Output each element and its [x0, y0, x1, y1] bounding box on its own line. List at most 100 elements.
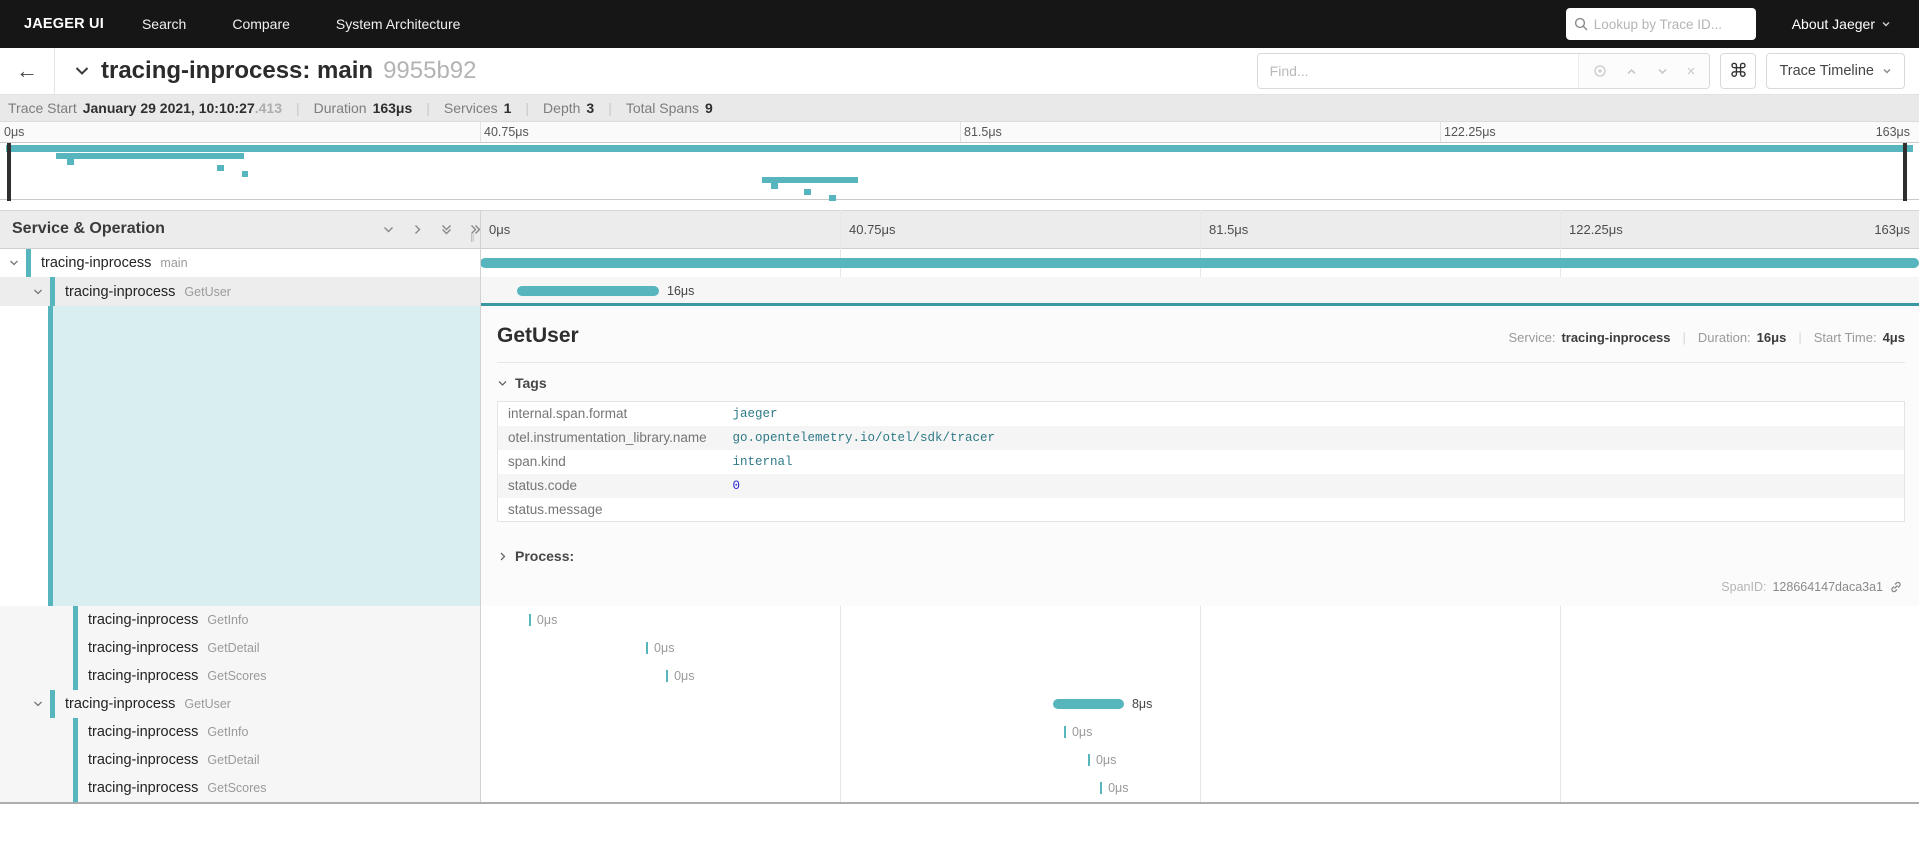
- clear-find-close-icon[interactable]: ×: [1687, 63, 1696, 80]
- duration-value: 163μs: [373, 100, 413, 116]
- collapse-all-double-chevron-down-icon[interactable]: [440, 223, 453, 236]
- back-button[interactable]: ←: [0, 48, 55, 94]
- tag-row[interactable]: internal.span.format jaeger: [498, 402, 1905, 426]
- expand-one-chevron-right-icon[interactable]: [411, 223, 424, 236]
- collapse-caret-down-icon[interactable]: [8, 257, 20, 269]
- service-color-bar: [26, 249, 31, 277]
- span-duration-label: 8μs: [1132, 697, 1152, 711]
- span-operation-name: GetScores: [207, 669, 266, 683]
- span-duration-label: 0μs: [674, 669, 694, 683]
- timeline-minimap[interactable]: [0, 142, 1919, 200]
- span-duration-bar[interactable]: [1064, 726, 1066, 738]
- nav-item-compare[interactable]: Compare: [232, 16, 290, 32]
- tags-section-toggle[interactable]: Tags: [497, 375, 1905, 391]
- minimap-span-bar: [771, 183, 778, 189]
- jaeger-logo[interactable]: JAEGER UI: [24, 16, 104, 32]
- span-row-selected[interactable]: tracing-inprocess GetUser 16μs: [0, 277, 1919, 306]
- trace-id-short: 9955b92: [383, 57, 476, 85]
- tag-row[interactable]: status.message: [498, 498, 1905, 522]
- trace-collapse-chevron-down-icon[interactable]: [73, 62, 91, 80]
- collapse-caret-down-icon[interactable]: [32, 698, 44, 710]
- span-duration-bar[interactable]: [517, 286, 659, 296]
- span-duration-bar[interactable]: [666, 670, 668, 682]
- collapse-one-chevron-down-icon[interactable]: [382, 223, 395, 236]
- tag-row[interactable]: status.code 0: [498, 474, 1905, 498]
- minimap-right-drag-handle[interactable]: [1903, 143, 1907, 201]
- span-duration-bar[interactable]: [529, 614, 531, 626]
- span-timeline-cell[interactable]: 16μs: [480, 277, 1919, 306]
- span-duration-bar[interactable]: [646, 642, 648, 654]
- total-spans-value: 9: [705, 100, 713, 116]
- span-duration-bar[interactable]: [1053, 699, 1124, 709]
- service-color-bar: [50, 277, 55, 306]
- next-match-chevron-down-icon[interactable]: [1656, 65, 1669, 78]
- tag-row[interactable]: span.kind internal: [498, 450, 1905, 474]
- span-timeline-cell[interactable]: 0μs: [480, 606, 1919, 634]
- nav-item-system-architecture[interactable]: System Architecture: [336, 16, 461, 32]
- span-duration-label: 16μs: [667, 284, 694, 298]
- nav-item-search[interactable]: Search: [142, 16, 186, 32]
- copy-link-icon[interactable]: [1889, 580, 1903, 594]
- span-duration-bar[interactable]: [1088, 754, 1090, 766]
- span-row[interactable]: tracing-inprocess GetUser 8μs: [0, 690, 1919, 718]
- span-duration-label: 0μs: [654, 641, 674, 655]
- detail-start-time-value: 4μs: [1883, 330, 1905, 345]
- service-operation-column-header[interactable]: Service & Operation: [12, 220, 165, 238]
- ruler-tick-label: 81.5μs: [1209, 222, 1248, 237]
- depth-label: Depth: [543, 100, 580, 116]
- chevron-down-icon: [497, 378, 508, 389]
- span-timeline-cell[interactable]: 8μs: [480, 690, 1919, 718]
- span-operation-name: GetUser: [184, 285, 231, 299]
- span-row[interactable]: tracing-inprocess GetInfo 0μs: [0, 718, 1919, 746]
- span-timeline-cell[interactable]: 0μs: [480, 634, 1919, 662]
- span-timeline-cell[interactable]: [480, 249, 1919, 277]
- span-timeline-cell[interactable]: 0μs: [480, 746, 1919, 774]
- depth-value: 3: [586, 100, 594, 116]
- collapse-caret-down-icon[interactable]: [32, 286, 44, 298]
- span-row[interactable]: tracing-inprocess main: [0, 249, 1919, 277]
- detail-duration-value: 16μs: [1757, 330, 1787, 345]
- service-color-bar: [73, 718, 78, 746]
- span-timeline-cell[interactable]: 0μs: [480, 718, 1919, 746]
- minimap-span-bar: [67, 159, 74, 165]
- span-duration-bar[interactable]: [1100, 782, 1102, 794]
- list-bottom-border: [0, 802, 1919, 804]
- tag-key: status.code: [498, 474, 723, 498]
- about-jaeger-menu[interactable]: About Jaeger: [1792, 16, 1891, 32]
- service-color-bar: [73, 634, 78, 662]
- trace-id-lookup-input[interactable]: [1594, 17, 1748, 32]
- span-duration-bar[interactable]: [480, 258, 1919, 268]
- scope-to-match-icon[interactable]: [1593, 64, 1607, 78]
- span-service-name: tracing-inprocess: [88, 640, 198, 656]
- trace-id-lookup[interactable]: [1566, 8, 1756, 40]
- span-service-name: tracing-inprocess: [88, 612, 198, 628]
- prev-match-chevron-up-icon[interactable]: [1625, 65, 1638, 78]
- span-timeline-cell[interactable]: 0μs: [480, 662, 1919, 690]
- column-resizer-handle[interactable]: ‖: [470, 233, 475, 245]
- span-operation-name: main: [160, 256, 187, 270]
- keyboard-shortcuts-button[interactable]: ⌘: [1720, 53, 1756, 89]
- ruler-tick-label: 0μs: [489, 222, 510, 237]
- minimap-span-bar: [804, 189, 811, 195]
- tag-row[interactable]: otel.instrumentation_library.name go.ope…: [498, 426, 1905, 450]
- find-input[interactable]: [1258, 54, 1578, 88]
- span-row[interactable]: tracing-inprocess GetDetail 0μs: [0, 634, 1919, 662]
- selected-span-highlight-column: [0, 306, 480, 606]
- minimap-left-drag-handle[interactable]: [7, 143, 11, 201]
- chevron-down-icon: [1881, 19, 1891, 29]
- trace-view-selector[interactable]: Trace Timeline: [1766, 53, 1905, 89]
- minimap-tick-label: 81.5μs: [964, 125, 1002, 139]
- span-row[interactable]: tracing-inprocess GetScores 0μs: [0, 662, 1919, 690]
- span-row[interactable]: tracing-inprocess GetInfo 0μs: [0, 606, 1919, 634]
- minimap-span-bar: [56, 153, 244, 159]
- span-detail-section: GetUser Service: tracing-inprocess | Dur…: [0, 306, 1919, 606]
- tags-table: internal.span.format jaeger otel.instrum…: [497, 401, 1905, 522]
- span-duration-label: 0μs: [1108, 781, 1128, 795]
- process-section-toggle[interactable]: Process:: [497, 548, 1905, 564]
- column-divider[interactable]: [480, 210, 481, 802]
- span-row[interactable]: tracing-inprocess GetScores 0μs: [0, 774, 1919, 802]
- span-row[interactable]: tracing-inprocess GetDetail 0μs: [0, 746, 1919, 774]
- span-service-name: tracing-inprocess: [88, 668, 198, 684]
- span-timeline-cell[interactable]: 0μs: [480, 774, 1919, 802]
- tags-section-label: Tags: [515, 375, 547, 391]
